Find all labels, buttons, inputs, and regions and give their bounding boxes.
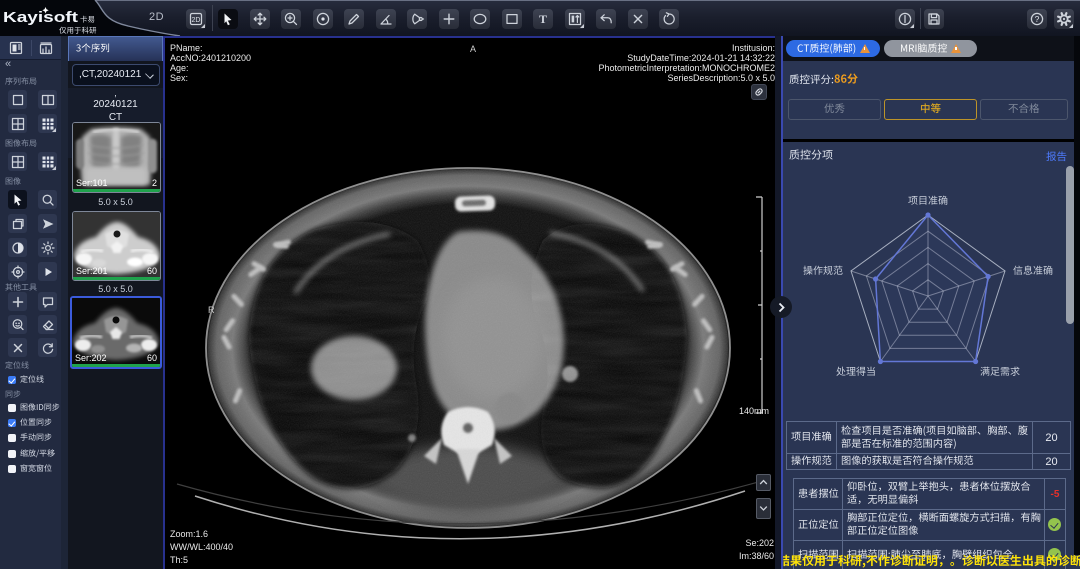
svg-text:?: ? [1035, 14, 1040, 24]
svg-text:2D: 2D [192, 17, 201, 24]
svg-text:Kayisoft: Kayisoft [3, 9, 78, 26]
svg-text:T: T [539, 12, 547, 26]
